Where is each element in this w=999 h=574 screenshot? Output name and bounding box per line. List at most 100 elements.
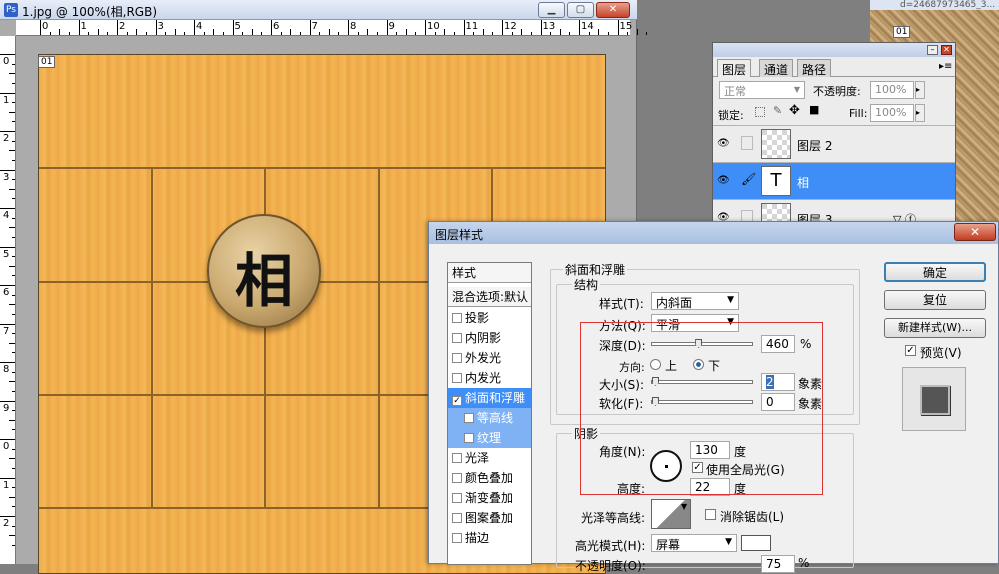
style-item-outer-glow[interactable]: 外发光 [448,348,531,368]
layer-row[interactable]: 👁 图层 2 [713,125,955,162]
checkbox[interactable] [452,333,462,343]
close-button[interactable]: ✕ [596,2,630,18]
item-label: 颜色叠加 [465,471,514,485]
ruler-tick [12,102,15,104]
lock-all-icon[interactable]: ■ [809,103,819,116]
minimize-button[interactable]: ▁ [538,2,565,18]
tab-layers[interactable]: 图层 [717,59,752,77]
ruler-tick [396,32,398,35]
ruler-number: 4 [196,21,203,32]
ruler-tick [0,400,15,402]
ruler-tick [453,32,455,35]
fill-input[interactable]: 100% [870,104,914,122]
checkbox[interactable] [452,353,462,363]
visibility-eye-icon[interactable]: 👁 [717,138,731,150]
style-item-inner-shadow[interactable]: 内阴影 [448,328,531,348]
ok-button[interactable]: 确定 [884,262,986,282]
lock-image-icon[interactable]: ✎ [773,104,782,117]
ruler-tick [290,29,292,35]
ruler-tick [280,32,282,35]
style-item-satin[interactable]: 光泽 [448,448,531,468]
style-item-contour[interactable]: 等高线 [448,408,531,428]
checkbox-checked[interactable]: ✓ [452,396,462,406]
panel-minimize-button[interactable]: – [927,45,938,55]
blend-mode-select[interactable]: 正常 ▼ [719,81,805,99]
ruler-tick [9,496,15,498]
ruler-number: 6 [273,21,280,32]
checkbox[interactable] [464,413,474,423]
item-label: 光泽 [465,451,490,465]
ruler-tick [473,32,475,35]
ruler-tick [12,352,15,354]
lock-position-icon[interactable]: ✥ [789,103,800,118]
red-highlight-box [580,322,823,495]
style-item-texture[interactable]: 纹理 [448,428,531,448]
blend-options-item[interactable]: 混合选项:默认 [448,287,531,307]
layer-row-selected[interactable]: 👁 🖌 T 相 [713,162,955,199]
maximize-button[interactable]: ▢ [567,2,594,18]
ruler-tick [261,32,263,35]
ruler-number: 2 [119,21,126,32]
gloss-contour-arrow-icon[interactable]: ▼ [681,502,687,511]
style-item-drop-shadow[interactable]: 投影 [448,308,531,328]
dialog-titlebar[interactable]: 图层样式 ✕ [429,222,998,244]
style-item-bevel-emboss[interactable]: ✓ 斜面和浮雕 [448,388,531,408]
visibility-eye-icon[interactable]: 👁 [717,175,731,187]
checkbox[interactable] [452,453,462,463]
highlight-color-swatch[interactable] [741,535,771,551]
link-slot[interactable] [741,136,753,150]
ruler-tick [0,131,15,132]
style-item-gradient-overlay[interactable]: 渐变叠加 [448,488,531,508]
checkbox[interactable] [452,373,462,383]
style-item-pattern-overlay[interactable]: 图案叠加 [448,508,531,528]
reset-button[interactable]: 复位 [884,290,986,310]
panel-menu-icon[interactable]: ▸≡ [939,61,952,72]
styles-header[interactable]: 样式 [448,263,531,283]
ruler-tick [0,362,15,363]
layers-panel-titlebar[interactable]: – ✕ [713,43,955,57]
style-dropdown[interactable]: 内斜面 ▼ [651,292,739,310]
ruler-tick [12,544,15,546]
ruler-tick [502,20,503,35]
tab-paths[interactable]: 路径 [797,59,832,77]
checkbox[interactable] [452,533,462,543]
dialog-close-button[interactable]: ✕ [954,223,996,241]
ruler-tick [0,439,15,440]
highlight-opacity-input[interactable]: 75 [761,555,795,573]
ruler-tick [12,313,15,315]
preview-checkbox[interactable]: ✓ [905,345,916,356]
ruler-number: 8 [3,364,10,375]
antialias-checkbox[interactable] [705,509,716,520]
tab-channels[interactable]: 通道 [759,59,794,77]
opacity-arrow-button[interactable]: ▸ [915,81,925,99]
checkbox[interactable] [452,473,462,483]
checkbox[interactable] [464,433,474,443]
checkbox[interactable] [452,493,462,503]
checkbox[interactable] [452,513,462,523]
opacity-input[interactable]: 100% [870,81,914,99]
lock-transparency-icon[interactable] [755,107,765,117]
style-item-color-overlay[interactable]: 颜色叠加 [448,468,531,488]
checkbox[interactable] [452,313,462,323]
ruler-tick [242,32,244,35]
highlight-mode-dropdown[interactable]: 屏幕 ▼ [651,534,737,552]
item-label: 内阴影 [465,331,502,345]
fill-arrow-button[interactable]: ▸ [915,104,925,122]
ruler-tick [12,429,15,431]
ruler-tick [9,381,15,383]
panel-close-button[interactable]: ✕ [941,45,952,55]
style-item-inner-glow[interactable]: 内发光 [448,368,531,388]
ruler-tick [12,448,15,450]
ruler-tick [12,82,15,84]
ruler-number: 13 [542,21,556,32]
style-item-stroke[interactable]: 描边 [448,528,531,548]
new-style-button[interactable]: 新建样式(W)... [884,318,986,338]
layer-thumbnail [761,129,791,159]
ruler-tick [444,29,446,35]
ruler-tick [540,20,542,35]
layer-name: 图层 2 [797,139,833,153]
ruler-tick [174,29,176,35]
photoshop-icon: Ps [4,3,18,17]
document-titlebar[interactable]: Ps 1.jpg @ 100%(相,RGB) ▁ ▢ ✕ [0,0,637,20]
ruler-tick [0,477,15,479]
